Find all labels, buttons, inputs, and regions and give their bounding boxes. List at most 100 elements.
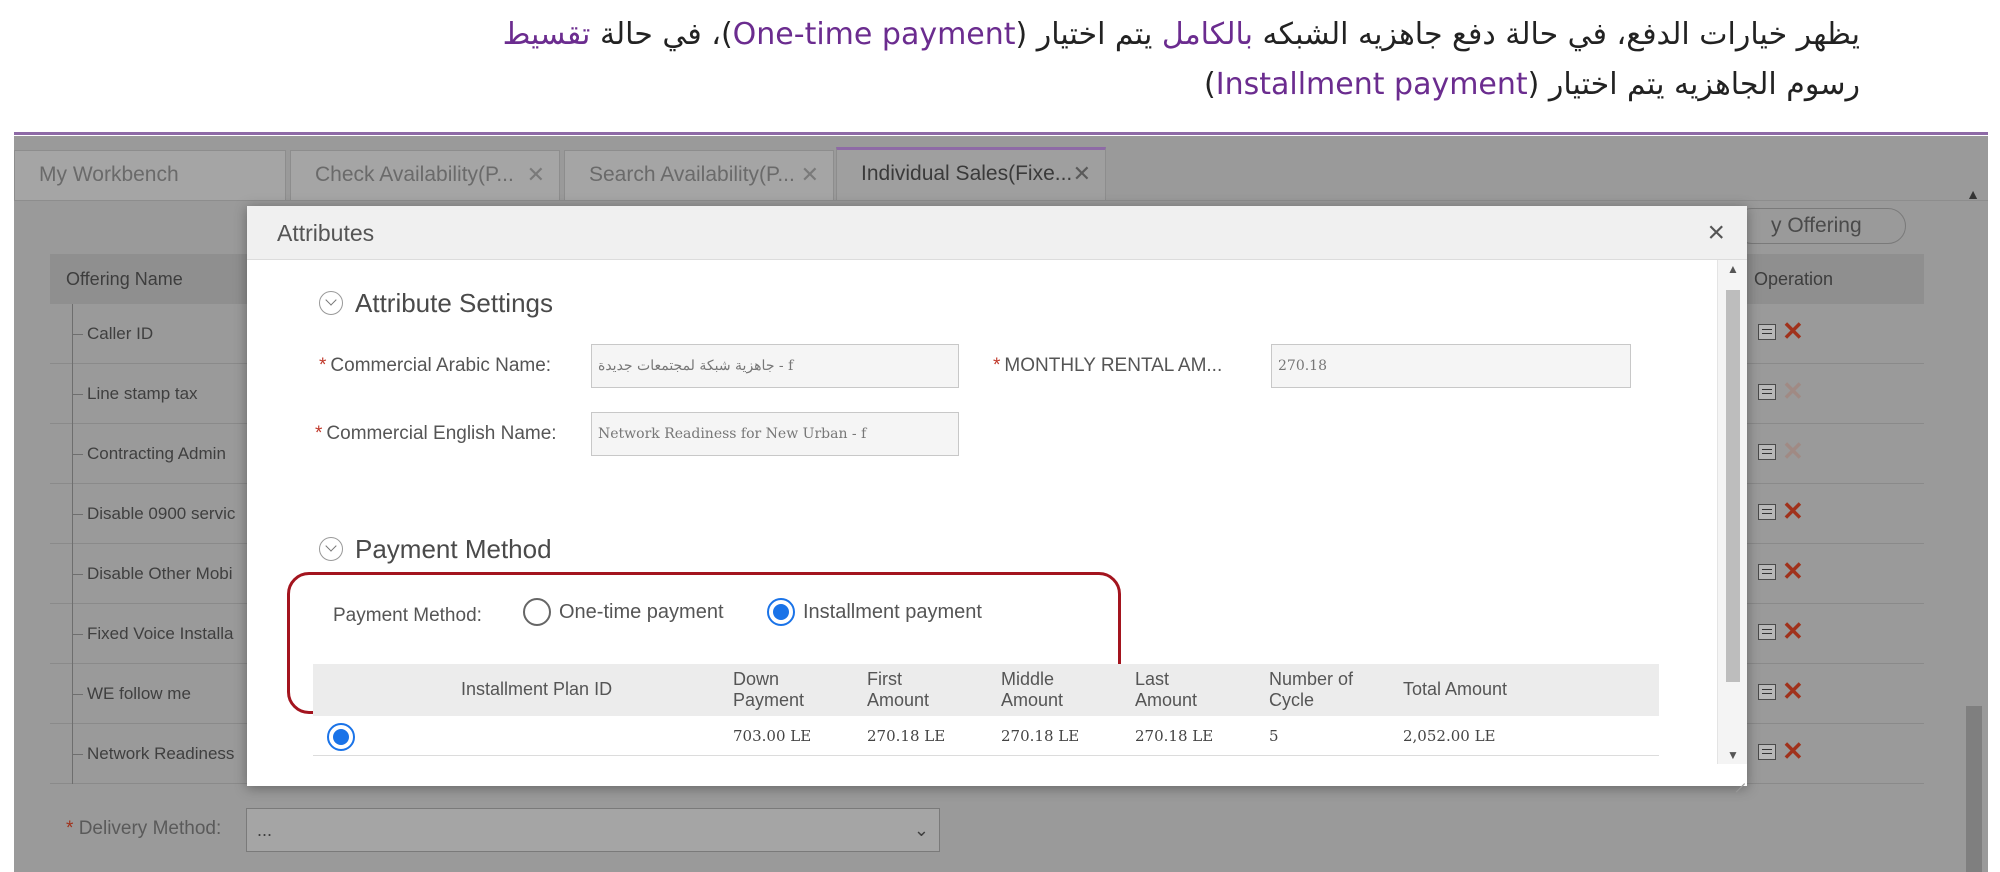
row-operations: ✕ bbox=[1758, 618, 1818, 646]
one-time-payment-option[interactable]: One-time payment bbox=[523, 590, 724, 634]
resize-handle-icon[interactable] bbox=[1731, 770, 1745, 784]
monthly-rental-label: * MONTHLY RENTAL AM... bbox=[993, 355, 1223, 376]
total-amount-cell: 2,052.00 LE bbox=[1403, 727, 1496, 745]
last-amount-cell: 270.18 LE bbox=[1135, 727, 1214, 745]
attributes-dialog: Attributes × Attribute Settings * Commerc… bbox=[247, 206, 1747, 786]
offering-name-cell: Caller ID bbox=[72, 304, 153, 364]
offering-name-cell: Line stamp tax bbox=[72, 364, 198, 424]
offering-name-cell: WE follow me bbox=[72, 664, 191, 724]
english-name-field[interactable]: Network Readiness for New Urban - f bbox=[591, 412, 959, 456]
detail-icon[interactable] bbox=[1758, 564, 1776, 580]
payment-method-header[interactable]: Payment Method bbox=[319, 534, 552, 564]
delete-icon[interactable]: ✕ bbox=[1782, 498, 1804, 524]
offering-name-cell: Disable 0900 servic bbox=[72, 484, 235, 544]
caption-divider bbox=[14, 132, 1988, 135]
highlighted-term: Installment payment bbox=[1215, 67, 1528, 102]
tab-bar: My Workbench Check Availability(P... ✕ S… bbox=[14, 147, 1988, 200]
row-operations: ✕ bbox=[1758, 378, 1818, 406]
radio-button[interactable] bbox=[767, 598, 795, 626]
delete-icon: ✕ bbox=[1782, 436, 1804, 466]
scrollbar-thumb[interactable] bbox=[1966, 706, 1982, 872]
caption-line-2: رسوم الجاهزيه يتم اختيار (Installment pa… bbox=[140, 60, 1860, 110]
row-operations: ✕ bbox=[1758, 318, 1818, 346]
table-header: Installment Plan ID Down Payment First Amo… bbox=[313, 664, 1659, 716]
offering-name-cell: Contracting Admin bbox=[72, 424, 226, 484]
first-amount-cell: 270.18 LE bbox=[867, 727, 946, 745]
collapse-chevron-icon[interactable] bbox=[319, 537, 343, 561]
tab-my-workbench[interactable]: My Workbench bbox=[14, 150, 286, 200]
caption-text: يتم اختيار ( bbox=[1015, 17, 1162, 52]
tab-label: My Workbench bbox=[39, 163, 179, 186]
caption-text: ) bbox=[1204, 67, 1216, 102]
chevron-down-icon: ⌄ bbox=[913, 820, 929, 840]
cycle-count-cell: 5 bbox=[1269, 727, 1279, 745]
instruction-caption: يظهر خيارات الدفع، في حالة دفع جاهزيه ال… bbox=[140, 10, 1860, 110]
highlighted-term: بالكامل bbox=[1161, 17, 1253, 52]
close-tab-icon[interactable]: ✕ bbox=[527, 151, 545, 199]
highlighted-term: One-time payment bbox=[732, 17, 1016, 52]
section-title: Attribute Settings bbox=[355, 288, 553, 318]
arabic-name-field[interactable]: جاهزية شبكة لمجتمعات جديدة - f bbox=[591, 344, 959, 388]
detail-icon[interactable] bbox=[1758, 744, 1776, 760]
delete-icon[interactable]: ✕ bbox=[1782, 558, 1804, 584]
collapse-chevron-icon[interactable] bbox=[319, 291, 343, 315]
radio-button[interactable] bbox=[523, 598, 551, 626]
detail-icon[interactable] bbox=[1758, 324, 1776, 340]
offering-name-cell: Network Readiness bbox=[72, 724, 234, 784]
attribute-settings-header[interactable]: Attribute Settings bbox=[319, 288, 553, 318]
close-tab-icon[interactable]: ✕ bbox=[1073, 150, 1091, 198]
dialog-scrollbar[interactable]: ▲ ▼ bbox=[1717, 260, 1747, 764]
detail-icon[interactable] bbox=[1758, 504, 1776, 520]
delivery-method-value: ... bbox=[257, 820, 273, 840]
delete-icon[interactable]: ✕ bbox=[1782, 318, 1804, 344]
operation-header: Operation bbox=[1754, 269, 1834, 289]
detail-icon[interactable] bbox=[1758, 444, 1776, 460]
scroll-up-icon[interactable]: ▲ bbox=[1966, 186, 1980, 202]
tab-individual-sales[interactable]: Individual Sales(Fixe... ✕ bbox=[836, 147, 1106, 200]
highlighted-term: تقسيط bbox=[502, 17, 591, 52]
offering-name-cell: Fixed Voice Installa bbox=[72, 604, 233, 664]
down-payment-header: Down Payment bbox=[733, 669, 805, 710]
delete-icon[interactable]: ✕ bbox=[1782, 738, 1804, 764]
row-operations: ✕ bbox=[1758, 678, 1818, 706]
scroll-up-icon[interactable]: ▲ bbox=[1727, 262, 1739, 276]
section-title: Payment Method bbox=[355, 534, 552, 564]
last-amount-header: Last Amount bbox=[1135, 669, 1198, 710]
dialog-title: Attributes bbox=[277, 220, 375, 246]
plan-select-radio[interactable] bbox=[327, 723, 355, 751]
delete-icon: ✕ bbox=[1782, 376, 1804, 406]
total-amount-header: Total Amount bbox=[1403, 679, 1508, 699]
scrollbar-thumb[interactable] bbox=[1726, 290, 1740, 682]
middle-amount-cell: 270.18 LE bbox=[1001, 727, 1080, 745]
row-operations: ✕ bbox=[1758, 438, 1818, 466]
caption-text: )، في حالة bbox=[590, 17, 733, 52]
page-scrollbar[interactable]: ▲ bbox=[1964, 186, 1984, 872]
delivery-method-select[interactable]: ... ⌄ bbox=[246, 808, 940, 852]
scroll-down-icon[interactable]: ▼ bbox=[1727, 748, 1739, 762]
monthly-rental-field[interactable]: 270.18 bbox=[1271, 344, 1631, 388]
offering-name-cell: Disable Other Mobi bbox=[72, 544, 233, 604]
cycle-count-header: Number of Cycle bbox=[1269, 669, 1354, 710]
arabic-name-label: * Commercial Arabic Name: bbox=[319, 355, 552, 376]
detail-icon[interactable] bbox=[1758, 624, 1776, 640]
table-row[interactable]: 703.00 LE 270.18 LE 270.18 LE 270.18 LE … bbox=[313, 716, 1659, 756]
caption-line-1: يظهر خيارات الدفع، في حالة دفع جاهزيه ال… bbox=[140, 10, 1860, 60]
close-tab-icon[interactable]: ✕ bbox=[801, 151, 819, 199]
detail-icon[interactable] bbox=[1758, 684, 1776, 700]
option-label: Installment payment bbox=[803, 600, 982, 623]
tab-search-availability[interactable]: Search Availability(P... ✕ bbox=[564, 150, 834, 200]
detail-icon[interactable] bbox=[1758, 384, 1776, 400]
installment-payment-option[interactable]: Installment payment bbox=[767, 590, 982, 634]
tab-check-availability[interactable]: Check Availability(P... ✕ bbox=[290, 150, 560, 200]
down-payment-cell: 703.00 LE bbox=[733, 727, 812, 745]
delete-icon[interactable]: ✕ bbox=[1782, 618, 1804, 644]
english-name-label: * Commercial English Name: bbox=[315, 423, 557, 444]
delete-icon[interactable]: ✕ bbox=[1782, 678, 1804, 704]
add-offering-button[interactable]: y Offering bbox=[1734, 208, 1906, 244]
payment-method-label: Payment Method: bbox=[333, 605, 482, 626]
delivery-method-label: * Delivery Method: bbox=[66, 818, 222, 839]
middle-amount-header: Middle Amount bbox=[1001, 669, 1064, 710]
close-icon[interactable]: × bbox=[1707, 206, 1725, 260]
option-label: One-time payment bbox=[559, 600, 724, 623]
offering-name-header: Offering Name bbox=[66, 269, 183, 289]
